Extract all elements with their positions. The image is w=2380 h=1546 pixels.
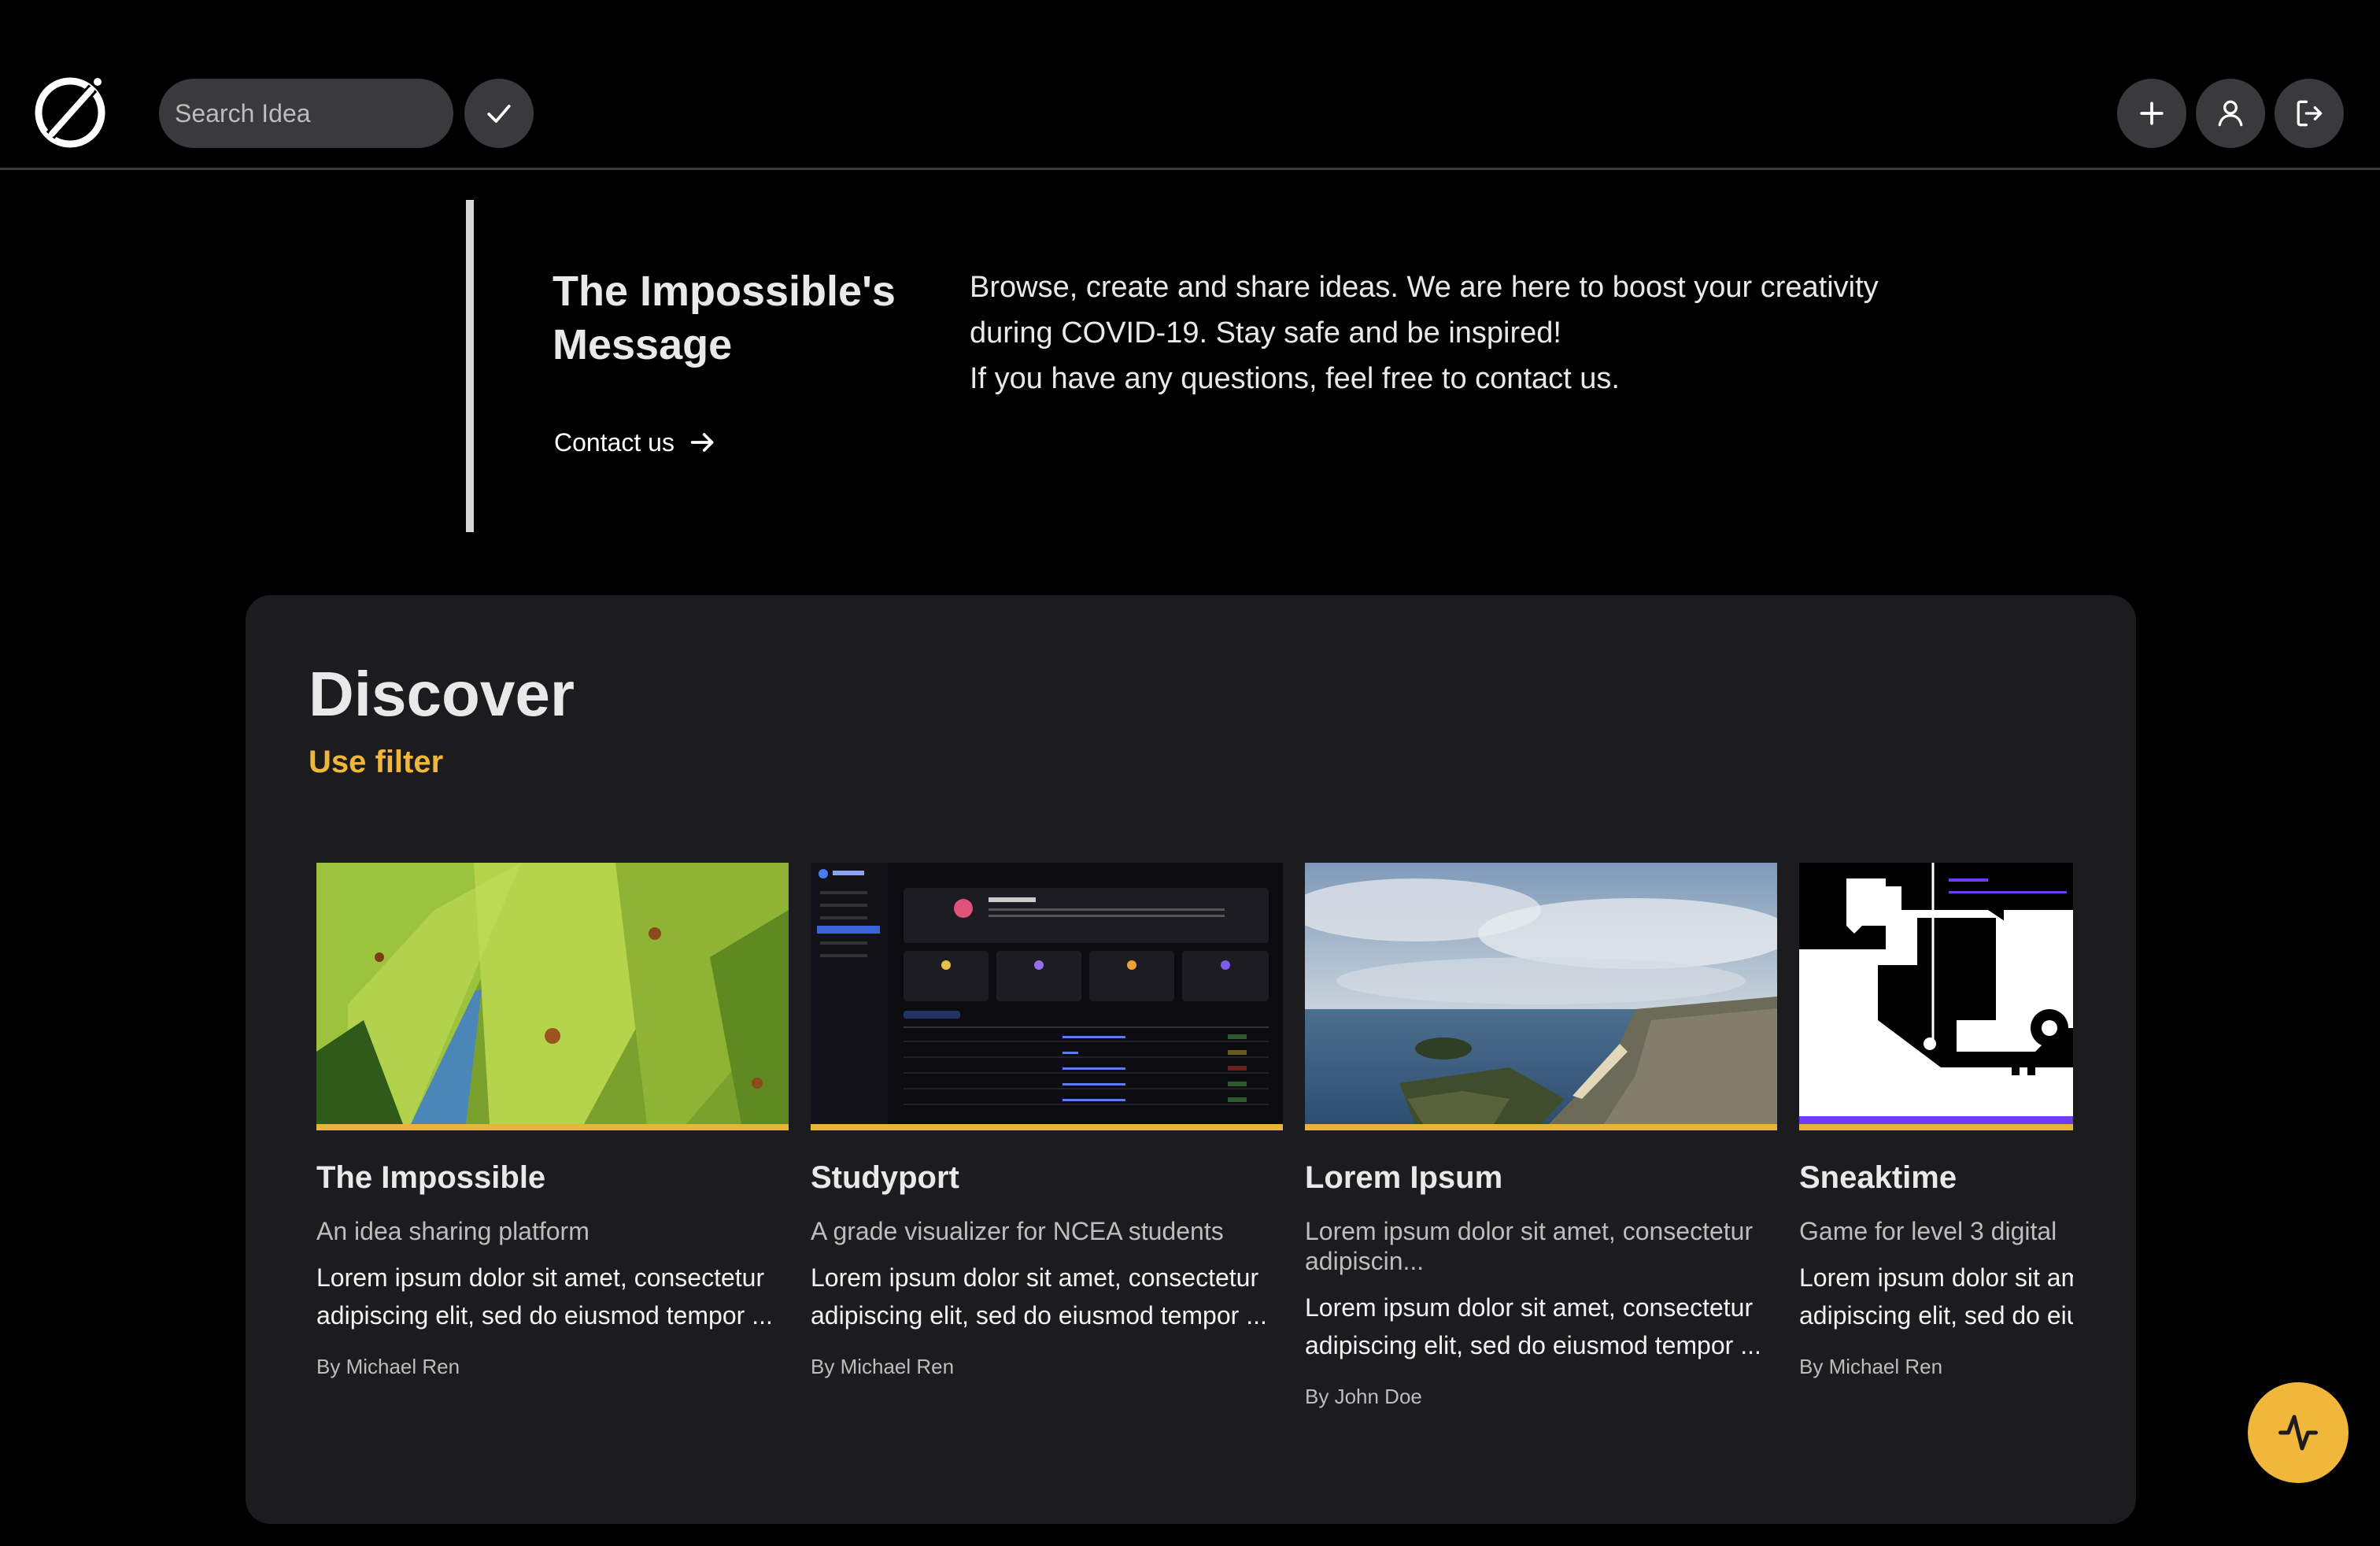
discover-title: Discover (309, 659, 575, 729)
idea-card[interactable]: Sneaktime Game for level 3 digital Lorem… (1799, 863, 2073, 1379)
dashboard-screenshot (811, 863, 1283, 1130)
card-description: Lorem ipsum dolor sit amet, consectetur … (316, 1263, 773, 1330)
card-title: The Impossible (316, 1160, 546, 1195)
pixel-game-screenshot (1799, 863, 2073, 1130)
card-author: By Michael Ren (1799, 1355, 1943, 1378)
search-input[interactable] (159, 79, 453, 148)
card-subtitle: A grade visualizer for NCEA students (811, 1217, 1224, 1245)
use-filter-link[interactable]: Use filter (309, 745, 443, 780)
card-subtitle: Lorem ipsum dolor sit amet, consectetur … (1305, 1217, 1754, 1275)
add-idea-button[interactable] (2117, 79, 2186, 148)
activity-icon (2278, 1415, 2318, 1451)
top-navbar (0, 0, 2380, 170)
card-subtitle: An idea sharing platform (316, 1217, 589, 1245)
check-icon (487, 105, 511, 123)
card-title: Lorem Ipsum (1305, 1160, 1503, 1195)
leaves-photo (316, 863, 789, 1130)
card-author: By Michael Ren (316, 1355, 460, 1378)
idea-card[interactable]: The Impossible An idea sharing platform … (316, 863, 789, 1379)
logout-icon (2297, 100, 2323, 127)
logo-icon[interactable] (28, 71, 112, 154)
idea-card-track: The Impossible An idea sharing platform … (316, 863, 2073, 1492)
logout-button[interactable] (2275, 79, 2344, 148)
message-paragraph: Browse, create and share ideas. We are h… (970, 271, 1879, 350)
plus-icon (2140, 102, 2164, 125)
card-title: Studyport (811, 1160, 959, 1195)
card-description: Lorem ipsum dolor sit amet, consectetur … (811, 1263, 1267, 1330)
contact-us-link[interactable]: Contact us (554, 427, 719, 458)
arrow-right-icon (690, 433, 714, 452)
contact-us-label: Contact us (554, 427, 674, 457)
idea-card-list[interactable]: The Impossible An idea sharing platform … (316, 863, 2136, 1492)
user-icon (2218, 100, 2243, 127)
idea-card[interactable]: Studyport A grade visualizer for NCEA st… (811, 863, 1283, 1379)
search-submit-button[interactable] (464, 79, 534, 148)
discover-panel: Discover Use filter The Impossible An id… (246, 595, 2136, 1524)
idea-card[interactable]: Lorem Ipsum Lorem ipsum dolor sit amet, … (1305, 863, 1777, 1409)
card-author: By Michael Ren (811, 1355, 955, 1378)
card-description: Lorem ipsum dolor sit amet, consectetur … (1799, 1263, 2073, 1330)
card-description: Lorem ipsum dolor sit amet, consectetur … (1305, 1293, 1761, 1359)
card-subtitle: Game for level 3 digital (1799, 1217, 2057, 1245)
card-author: By John Doe (1305, 1385, 1422, 1408)
activity-button[interactable] (2248, 1382, 2349, 1483)
message-accent-bar (466, 200, 474, 532)
coastline-photo (1305, 863, 1777, 1130)
card-title: Sneaktime (1799, 1160, 1957, 1195)
message-paragraph: If you have any questions, feel free to … (970, 362, 1620, 395)
message-body: Browse, create and share ideas. We are h… (970, 264, 1961, 401)
message-title: The Impossible's Message (552, 268, 896, 368)
profile-button[interactable] (2196, 79, 2265, 148)
